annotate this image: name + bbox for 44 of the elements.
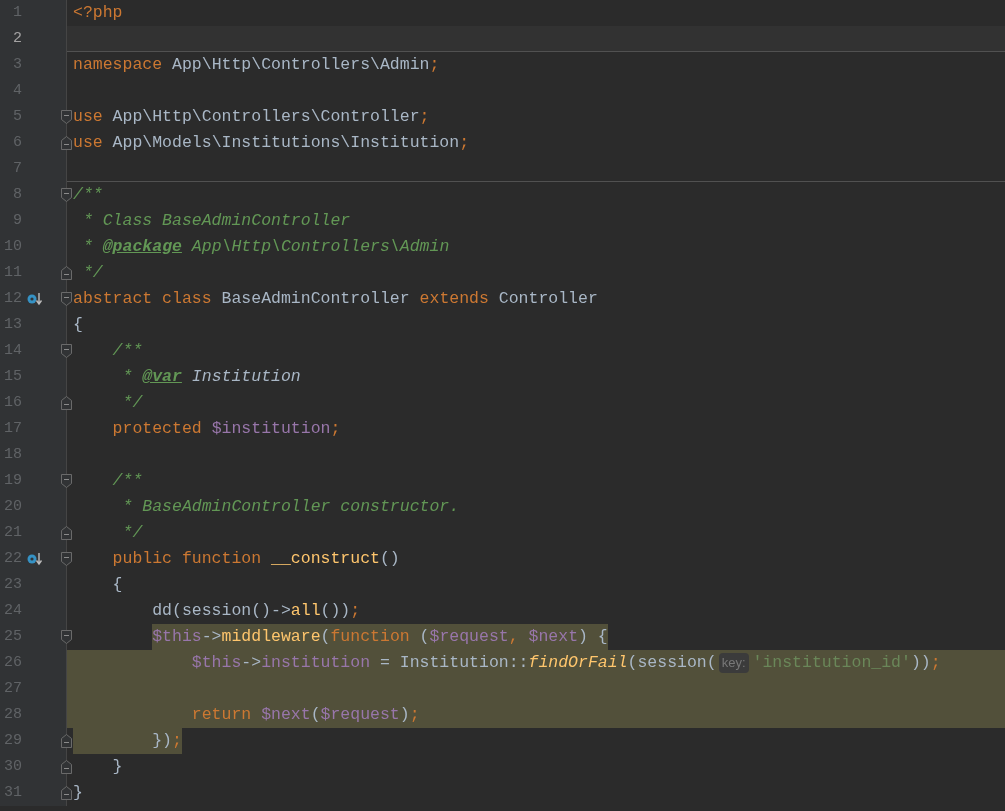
code-text: protected $institution; <box>112 418 341 440</box>
fold-marker-icon[interactable] <box>61 552 72 566</box>
code-text: /** <box>73 184 103 206</box>
code-text: public function __construct() <box>112 548 400 570</box>
fold-marker-icon[interactable] <box>61 136 72 150</box>
fold-marker-icon[interactable] <box>61 396 72 410</box>
code-text: */ <box>121 392 143 414</box>
fold-marker-icon[interactable] <box>61 760 72 774</box>
code-text: * BaseAdminController constructor. <box>121 496 460 518</box>
code-text: return $next($request); <box>191 704 420 726</box>
code-text: use App\Models\Institutions\Institution; <box>73 132 470 154</box>
code-text: $this->institution = Institution::findOrFail(session( <box>191 652 717 674</box>
code-text: $this->middleware(function ($request, $next) { <box>152 624 608 650</box>
fold-marker-icon[interactable] <box>61 188 72 202</box>
fold-marker-icon[interactable] <box>61 344 72 358</box>
code-text: abstract class BaseAdminController extends Controller <box>73 288 598 310</box>
code-text: * Class BaseAdminController <box>81 210 351 232</box>
code-text: { <box>73 314 83 336</box>
code-text: * @var Institution <box>121 366 301 388</box>
fold-marker-icon[interactable] <box>61 110 72 124</box>
code-text: namespace App\Http\Controllers\Admin; <box>73 54 440 76</box>
line-number: 2 <box>12 29 22 49</box>
fold-marker-icon[interactable] <box>61 266 72 280</box>
code-text: * @package App\Http\Controllers\Admin <box>81 236 450 258</box>
code-text: { <box>112 574 123 596</box>
code-text: /** <box>112 470 143 492</box>
code-text: } <box>112 756 123 778</box>
fold-marker-icon[interactable] <box>61 786 72 800</box>
fold-marker-icon[interactable] <box>61 630 72 644</box>
fold-marker-icon[interactable] <box>61 526 72 540</box>
fold-marker-icon[interactable] <box>61 474 72 488</box>
parameter-hint: key: <box>718 653 749 673</box>
circle-arrow-icon[interactable] <box>27 552 43 566</box>
code-text: dd(session()->all()); <box>152 600 361 622</box>
code-text: use App\Http\Controllers\Controller; <box>73 106 430 128</box>
code-text: }); <box>152 728 182 754</box>
code-text: <?php <box>73 2 123 24</box>
fold-marker-icon[interactable] <box>61 292 72 306</box>
code-text: /** <box>112 340 143 362</box>
fold-marker-icon[interactable] <box>61 734 72 748</box>
code-text: */ <box>81 262 103 284</box>
circle-arrow-icon[interactable] <box>27 292 43 306</box>
code-text: */ <box>121 522 143 544</box>
code-text: } <box>73 782 83 804</box>
